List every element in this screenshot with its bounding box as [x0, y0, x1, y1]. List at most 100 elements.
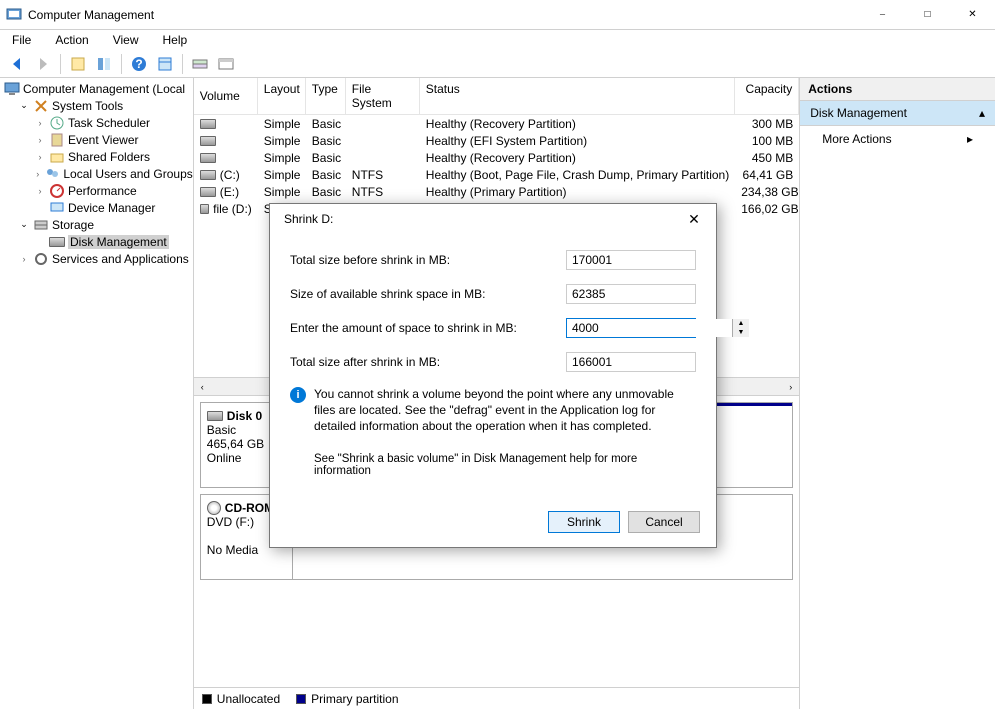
shrink-amount-input[interactable]: [567, 319, 732, 337]
chevron-down-icon[interactable]: ⌄: [18, 219, 30, 230]
volume-icon: [200, 119, 216, 129]
legend-primary: Primary partition: [296, 692, 398, 706]
shrink-dialog: Shrink D: ✕ Total size before shrink in …: [269, 203, 717, 548]
chevron-right-icon[interactable]: ›: [34, 118, 46, 128]
scroll-left-icon[interactable]: ‹: [194, 378, 211, 395]
maximize-button[interactable]: □: [905, 0, 950, 30]
volume-capacity: 300 MB: [735, 117, 799, 131]
volume-fs: NTFS: [346, 185, 420, 199]
label-enter-amount: Enter the amount of space to shrink in M…: [290, 321, 566, 335]
volume-row[interactable]: SimpleBasicHealthy (Recovery Partition)4…: [194, 149, 799, 166]
tool-view-settings[interactable]: [154, 53, 176, 75]
col-capacity[interactable]: Capacity: [735, 78, 799, 114]
tool-properties[interactable]: [93, 53, 115, 75]
tree-system-tools[interactable]: ⌄ System Tools: [0, 97, 193, 114]
chevron-right-icon[interactable]: ›: [34, 152, 46, 162]
chevron-right-icon[interactable]: ›: [34, 135, 46, 145]
tree-root[interactable]: Computer Management (Local: [0, 80, 193, 97]
close-button[interactable]: ✕: [950, 0, 995, 30]
chevron-right-icon[interactable]: ›: [18, 254, 30, 264]
volume-type: Basic: [306, 151, 346, 165]
dialog-close-button[interactable]: ✕: [680, 207, 708, 231]
label-total-after: Total size after shrink in MB:: [290, 355, 566, 369]
tool-disk-top[interactable]: [189, 53, 211, 75]
device-icon: [49, 200, 65, 216]
spin-down-icon[interactable]: ▼: [733, 328, 749, 337]
tree-performance[interactable]: › Performance: [0, 182, 193, 199]
tool-disk-bottom[interactable]: [215, 53, 237, 75]
volume-row[interactable]: SimpleBasicHealthy (Recovery Partition)3…: [194, 115, 799, 132]
volume-type: Basic: [306, 117, 346, 131]
tool-refresh-view[interactable]: [67, 53, 89, 75]
shrink-amount-spinner[interactable]: ▲ ▼: [566, 318, 696, 338]
volume-type: Basic: [306, 168, 346, 182]
chevron-down-icon[interactable]: ⌄: [18, 100, 30, 111]
col-filesystem[interactable]: File System: [346, 78, 420, 114]
label-available: Size of available shrink space in MB:: [290, 287, 566, 301]
legend-unallocated: Unallocated: [202, 692, 280, 706]
tree-services[interactable]: › Services and Applications: [0, 250, 193, 267]
volume-type: Basic: [306, 185, 346, 199]
volume-row[interactable]: (C:)SimpleBasicNTFSHealthy (Boot, Page F…: [194, 166, 799, 183]
volume-status: Healthy (Recovery Partition): [420, 117, 735, 131]
tree-local-users[interactable]: › Local Users and Groups: [0, 165, 193, 182]
legend: Unallocated Primary partition: [194, 687, 799, 709]
volume-icon: [200, 136, 216, 146]
tools-icon: [33, 98, 49, 114]
volume-layout: Simple: [258, 168, 306, 182]
chevron-right-icon: ▸: [967, 132, 973, 146]
col-volume[interactable]: Volume: [194, 78, 258, 114]
minimize-button[interactable]: –: [860, 0, 905, 30]
value-available: 62385: [566, 284, 696, 304]
col-status[interactable]: Status: [420, 78, 735, 114]
tree-shared-folders[interactable]: › Shared Folders: [0, 148, 193, 165]
volume-capacity: 100 MB: [735, 134, 799, 148]
tree-event-viewer[interactable]: › Event Viewer: [0, 131, 193, 148]
volume-row[interactable]: SimpleBasicHealthy (EFI System Partition…: [194, 132, 799, 149]
actions-panel: Actions Disk Management ▴ More Actions ▸: [800, 78, 995, 709]
menu-file[interactable]: File: [8, 31, 35, 49]
tree-task-scheduler[interactable]: › Task Scheduler: [0, 114, 193, 131]
actions-more[interactable]: More Actions ▸: [800, 126, 995, 152]
disk-icon: [207, 411, 223, 421]
performance-icon: [49, 183, 65, 199]
volume-row[interactable]: (E:)SimpleBasicNTFSHealthy (Primary Part…: [194, 183, 799, 200]
services-icon: [33, 251, 49, 267]
disk-icon: [49, 234, 65, 250]
toolbar-separator: [121, 54, 122, 74]
tree-disk-management[interactable]: Disk Management: [0, 233, 193, 250]
info-note: i You cannot shrink a volume beyond the …: [290, 386, 696, 435]
volume-status: Healthy (EFI System Partition): [420, 134, 735, 148]
spin-up-icon[interactable]: ▲: [733, 319, 749, 328]
help-text: See "Shrink a basic volume" in Disk Mana…: [290, 453, 696, 477]
dialog-title: Shrink D:: [284, 212, 680, 226]
chevron-right-icon[interactable]: ›: [34, 186, 46, 196]
svg-text:?: ?: [135, 57, 142, 71]
tool-help[interactable]: ?: [128, 53, 150, 75]
cancel-button[interactable]: Cancel: [628, 511, 700, 533]
scroll-right-icon[interactable]: ›: [782, 378, 799, 395]
volume-capacity: 450 MB: [735, 151, 799, 165]
volume-capacity: 234,38 GB: [735, 185, 799, 199]
window-title: Computer Management: [28, 8, 860, 22]
menu-view[interactable]: View: [109, 31, 143, 49]
back-button[interactable]: [6, 53, 28, 75]
toolbar-separator: [182, 54, 183, 74]
volume-capacity: 166,02 GB: [735, 202, 799, 216]
app-icon: [6, 7, 22, 23]
chevron-right-icon[interactable]: ›: [34, 169, 41, 179]
shrink-button[interactable]: Shrink: [548, 511, 620, 533]
col-layout[interactable]: Layout: [258, 78, 306, 114]
folder-share-icon: [49, 149, 65, 165]
col-type[interactable]: Type: [306, 78, 346, 114]
window-controls: – □ ✕: [860, 0, 995, 30]
volume-status: Healthy (Boot, Page File, Crash Dump, Pr…: [420, 168, 735, 182]
info-icon: i: [290, 387, 306, 403]
tree-storage[interactable]: ⌄ Storage: [0, 216, 193, 233]
volume-name: file (D:): [213, 202, 252, 216]
actions-group[interactable]: Disk Management ▴: [800, 101, 995, 126]
menu-help[interactable]: Help: [159, 31, 192, 49]
menu-action[interactable]: Action: [51, 31, 92, 49]
tree-device-manager[interactable]: Device Manager: [0, 199, 193, 216]
forward-button[interactable]: [32, 53, 54, 75]
